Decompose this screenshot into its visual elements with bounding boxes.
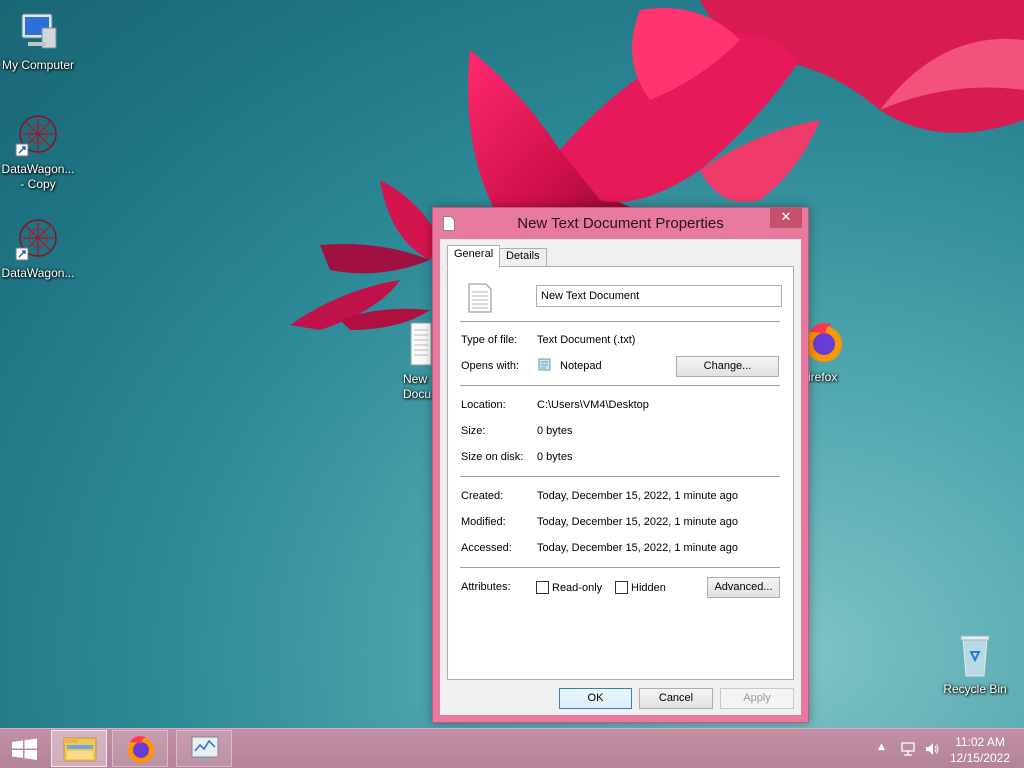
clock-date: 12/15/2022	[949, 751, 1010, 765]
location-value: C:\Users\VM4\Desktop	[537, 399, 649, 411]
desktop-icon-label: My Computer	[1, 58, 75, 72]
size-on-disk-value: 0 bytes	[537, 451, 573, 463]
separator	[460, 567, 780, 568]
volume-icon[interactable]	[924, 741, 940, 757]
desktop-icon-my-computer[interactable]: My Computer	[0, 8, 80, 73]
filename-input[interactable]	[536, 285, 782, 307]
general-tab-panel: Type of file: Text Document (.txt) Opens…	[447, 266, 794, 680]
clock[interactable]: 11:02 AM 12/15/2022	[950, 734, 1010, 766]
tab-details[interactable]: Details	[499, 248, 547, 267]
desktop-icon-label: DataWagon...	[1, 266, 75, 280]
show-hidden-icons-icon[interactable]: ▲	[878, 742, 885, 752]
taskbar-monitor-app[interactable]	[176, 730, 232, 767]
taskbar-firefox[interactable]	[112, 730, 168, 767]
separator	[460, 321, 780, 322]
desktop-icon-label: DataWagon... - Copy	[1, 162, 75, 191]
folder-icon	[63, 737, 97, 762]
created-label: Created:	[461, 490, 504, 502]
dialog-body: General Details Type of file: Text Docum…	[440, 239, 801, 715]
network-icon[interactable]	[900, 741, 916, 757]
notepad-icon	[538, 358, 551, 371]
properties-dialog: New Text Document Properties ✕ General D…	[432, 207, 809, 723]
created-value: Today, December 15, 2022, 1 minute ago	[537, 490, 738, 502]
size-on-disk-label: Size on disk:	[461, 451, 524, 463]
datawagon-icon	[14, 112, 62, 160]
ok-button[interactable]: OK	[559, 688, 632, 709]
start-button[interactable]	[4, 733, 44, 765]
advanced-button[interactable]: Advanced...	[707, 577, 780, 598]
text-file-icon	[468, 283, 492, 313]
size-label: Size:	[461, 425, 486, 437]
change-button[interactable]: Change...	[676, 356, 779, 377]
accessed-label: Accessed:	[461, 542, 512, 554]
accessed-value: Today, December 15, 2022, 1 minute ago	[537, 542, 738, 554]
desktop-icon-datawagon[interactable]: DataWagon...	[0, 216, 80, 281]
recycle-bin-icon	[951, 632, 999, 680]
readonly-label[interactable]: Read-only	[552, 582, 602, 594]
taskbar: ▲ 11:02 AM 12/15/2022	[0, 728, 1024, 768]
text-file-icon	[410, 322, 432, 370]
windows-logo-icon	[12, 738, 37, 760]
type-label: Type of file:	[461, 334, 518, 346]
firefox-icon	[128, 736, 154, 763]
apply-button[interactable]: Apply	[720, 688, 794, 709]
computer-icon	[14, 8, 62, 56]
cancel-button[interactable]: Cancel	[639, 688, 713, 709]
size-value: 0 bytes	[537, 425, 573, 437]
desktop-icon-recycle-bin[interactable]: Recycle Bin	[933, 632, 1017, 697]
type-value: Text Document (.txt)	[537, 334, 636, 346]
dialog-titlebar[interactable]: New Text Document Properties ✕	[433, 208, 808, 239]
modified-label: Modified:	[461, 516, 506, 528]
taskbar-file-explorer[interactable]	[51, 730, 107, 767]
location-label: Location:	[461, 399, 506, 411]
desktop-icon-label: Recycle Bin	[943, 682, 1007, 696]
opens-with-value: Notepad	[560, 360, 602, 372]
desktop-icon-datawagon-copy[interactable]: DataWagon... - Copy	[0, 112, 80, 192]
attributes-label: Attributes:	[461, 581, 511, 593]
hidden-checkbox[interactable]	[615, 581, 628, 594]
system-tray: ▲ 11:02 AM 12/15/2022	[864, 729, 1024, 768]
tab-general[interactable]: General	[447, 245, 501, 268]
datawagon-icon	[14, 216, 62, 264]
readonly-checkbox[interactable]	[536, 581, 549, 594]
opens-with-label: Opens with:	[461, 360, 520, 372]
hidden-label[interactable]: Hidden	[631, 582, 666, 594]
dialog-title: New Text Document Properties	[517, 215, 724, 232]
clock-time: 11:02 AM	[955, 735, 1005, 749]
separator	[460, 385, 780, 386]
separator	[460, 476, 780, 477]
close-button[interactable]: ✕	[770, 208, 802, 228]
modified-value: Today, December 15, 2022, 1 minute ago	[537, 516, 738, 528]
monitor-app-icon	[191, 736, 219, 761]
